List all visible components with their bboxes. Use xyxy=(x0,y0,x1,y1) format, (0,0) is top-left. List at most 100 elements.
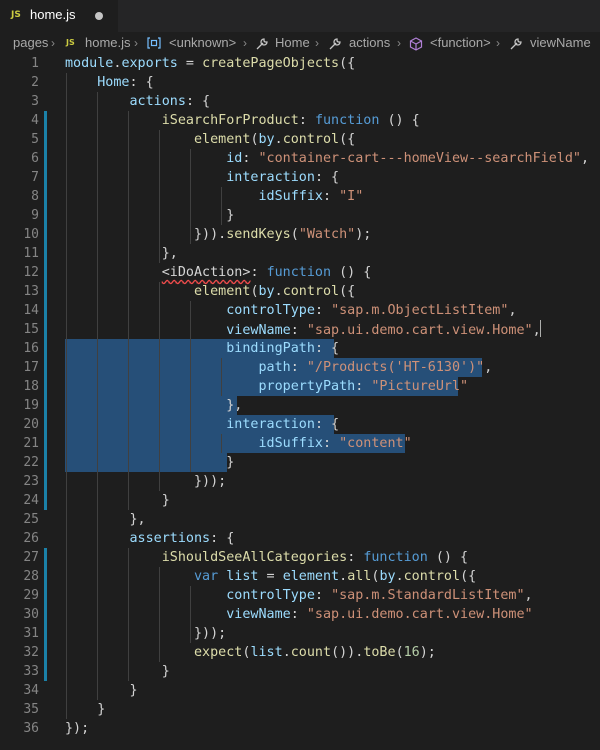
unsaved-dot-icon[interactable] xyxy=(95,12,103,20)
code-token: , xyxy=(508,303,517,318)
code-token: : xyxy=(250,265,267,280)
code-token: = xyxy=(258,569,283,584)
code-text: <iDoAction>: function () { xyxy=(65,263,372,282)
breadcrumb-item-home[interactable]: Home xyxy=(275,35,310,50)
tab-home-js[interactable]: JS home.js xyxy=(0,0,118,32)
code-text: viewName: "sap.ui.demo.cart.view.Home" xyxy=(65,605,533,624)
code-line[interactable]: 36}); xyxy=(0,719,600,738)
code-text: interaction: { xyxy=(65,168,339,187)
code-text: bindingPath: { xyxy=(65,339,339,358)
chevron-right-icon: › xyxy=(496,36,500,50)
code-line[interactable]: 17 path: "/Products('HT-6130')", xyxy=(0,358,600,377)
tab-title: home.js xyxy=(30,7,76,22)
code-token: createPageObjects xyxy=(202,56,340,71)
code-line[interactable]: 10 })).sendKeys("Watch"); xyxy=(0,225,600,244)
code-text: assertions: { xyxy=(65,529,235,548)
code-token: all xyxy=(347,569,372,584)
code-line[interactable]: 23 })); xyxy=(0,472,600,491)
code-text: }, xyxy=(65,244,178,263)
code-text: module.exports = createPageObjects({ xyxy=(65,54,355,73)
line-number: 29 xyxy=(23,588,39,603)
code-text: iSearchForProduct: function () { xyxy=(65,111,420,130)
code-text: path: "/Products('HT-6130')", xyxy=(65,358,492,377)
code-line[interactable]: 7 interaction: { xyxy=(0,168,600,187)
code-line[interactable]: 27 iShouldSeeAllCategories: function () … xyxy=(0,548,600,567)
code-token: })); xyxy=(65,474,227,489)
code-line[interactable]: 9 } xyxy=(0,206,600,225)
code-token: () { xyxy=(331,265,372,280)
code-line[interactable]: 5 element(by.control({ xyxy=(0,130,600,149)
code-line[interactable]: 8 idSuffix: "I" xyxy=(0,187,600,206)
breadcrumb-item-file[interactable]: home.js xyxy=(85,35,131,50)
code-token: () { xyxy=(379,113,420,128)
code-line[interactable]: 33 } xyxy=(0,662,600,681)
line-number: 24 xyxy=(23,493,39,508)
code-token: . xyxy=(282,645,291,660)
code-line[interactable]: 20 interaction: { xyxy=(0,415,600,434)
code-line[interactable]: 11 }, xyxy=(0,244,600,263)
code-token: : { xyxy=(210,531,235,546)
breadcrumb-item-viewname[interactable]: viewName xyxy=(530,35,591,50)
code-line[interactable]: 15 viewName: "sap.ui.demo.cart.view.Home… xyxy=(0,320,600,339)
code-text: idSuffix: "I" xyxy=(65,187,363,206)
code-line[interactable]: 2 Home: { xyxy=(0,73,600,92)
code-line[interactable]: 30 viewName: "sap.ui.demo.cart.view.Home… xyxy=(0,605,600,624)
code-line[interactable]: 19 }, xyxy=(0,396,600,415)
code-token: function xyxy=(266,265,332,280)
code-line[interactable]: 32 expect(list.count()).toBe(16); xyxy=(0,643,600,662)
code-text: })); xyxy=(65,472,226,491)
code-token: . xyxy=(274,284,283,299)
code-line[interactable]: 24 } xyxy=(0,491,600,510)
code-token: = xyxy=(177,56,203,71)
code-token: interaction xyxy=(226,417,315,432)
breadcrumb: pages › JS home.js › <unknown> › Home › … xyxy=(0,32,600,54)
code-token: ( xyxy=(290,227,299,242)
code-token: "Watch" xyxy=(298,227,356,242)
code-token: function xyxy=(314,113,380,128)
line-number: 14 xyxy=(23,303,39,318)
code-line[interactable]: 21 idSuffix: "content" xyxy=(0,434,600,453)
code-token: : { xyxy=(314,170,340,185)
code-token: ({ xyxy=(339,56,356,71)
code-line[interactable]: 28 var list = element.all(by.control({ xyxy=(0,567,600,586)
code-token: })); xyxy=(65,626,227,641)
wrench-icon xyxy=(256,38,268,50)
code-token: "sap.ui.demo.cart.view.Home" xyxy=(306,607,533,622)
breadcrumb-item-pages[interactable]: pages xyxy=(13,35,48,50)
breadcrumb-item-actions[interactable]: actions xyxy=(349,35,390,50)
code-text: element(by.control({ xyxy=(65,130,355,149)
code-line[interactable]: 35 } xyxy=(0,700,600,719)
line-number: 3 xyxy=(31,94,39,109)
code-token: : xyxy=(314,588,332,603)
code-line[interactable]: 25 }, xyxy=(0,510,600,529)
code-token: } xyxy=(65,683,138,698)
code-token: }, xyxy=(65,512,146,527)
code-line[interactable]: 14 controlType: "sap.m.ObjectListItem", xyxy=(0,301,600,320)
code-line[interactable]: 18 propertyPath: "PictureUrl" xyxy=(0,377,600,396)
code-text: controlType: "sap.m.ObjectListItem", xyxy=(65,301,517,320)
line-number: 28 xyxy=(23,569,39,584)
code-line[interactable]: 34 } xyxy=(0,681,600,700)
code-line[interactable]: 6 id: "container-cart---homeView--search… xyxy=(0,149,600,168)
code-line[interactable]: 13 element(by.control({ xyxy=(0,282,600,301)
code-line[interactable]: 1 module.exports = createPageObjects({ xyxy=(0,54,600,73)
code-line[interactable]: 16 bindingPath: { xyxy=(0,339,600,358)
code-line[interactable]: 31 })); xyxy=(0,624,600,643)
code-text: }); xyxy=(65,719,89,738)
code-editor[interactable]: 1 module.exports = createPageObjects({2 H… xyxy=(0,54,600,750)
code-line[interactable]: 22 } xyxy=(0,453,600,472)
code-line[interactable]: 26 assertions: { xyxy=(0,529,600,548)
code-line[interactable]: 4 iSearchForProduct: function () { xyxy=(0,111,600,130)
code-line[interactable]: 29 controlType: "sap.m.StandardListItem"… xyxy=(0,586,600,605)
code-token: : xyxy=(298,113,315,128)
breadcrumb-item-unknown[interactable]: <unknown> xyxy=(169,35,236,50)
code-token: interaction xyxy=(226,170,315,185)
breadcrumb-item-function[interactable]: <function> xyxy=(430,35,491,50)
code-line[interactable]: 12 <iDoAction>: function () { xyxy=(0,263,600,282)
code-line[interactable]: 3 actions: { xyxy=(0,92,600,111)
